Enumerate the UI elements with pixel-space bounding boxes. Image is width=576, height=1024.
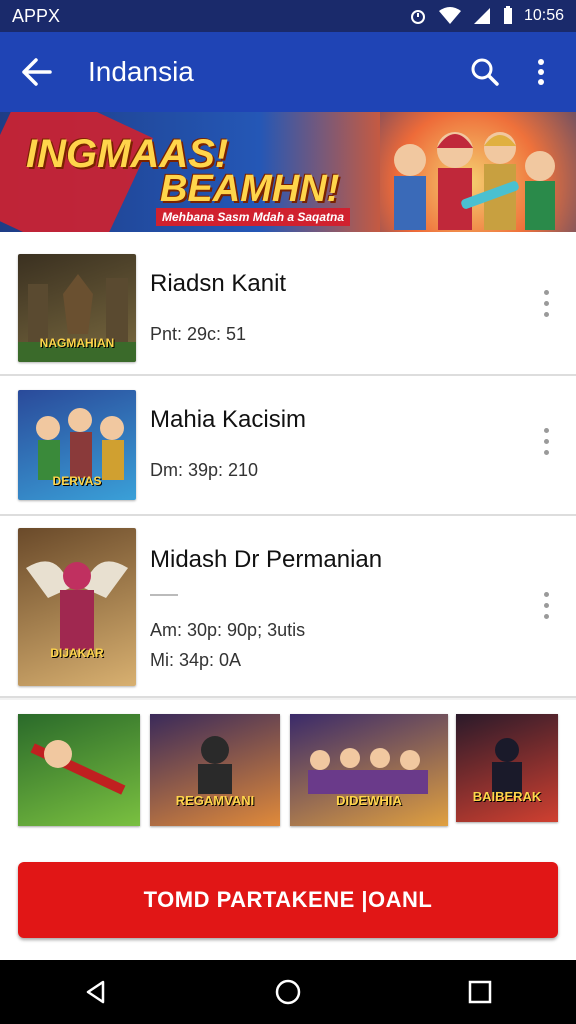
game-title: Midash Dr Permanian [150,546,383,573]
status-app-name: APPX [12,5,61,26]
game-thumbnail: DERVAS [18,390,136,500]
status-time: 10:56 [523,7,564,24]
nav-recents-button[interactable] [456,968,504,1016]
item-menu-button[interactable] [534,290,558,317]
game-meta-secondary: Mi: 34p: 0A [150,650,242,670]
signal-icon [473,8,490,24]
more-vertical-icon [538,59,544,85]
game-meta: Am: 30p: 90p; 3utis [150,620,306,640]
carousel-tile[interactable]: BAIBERAK [456,714,558,822]
carousel-tile[interactable]: REGAMVANI [150,714,280,826]
tile-art [30,740,126,795]
promo-banner[interactable]: INGMAAS! BEAMHN! Mehbana Sasm Mdah a Saq… [0,112,576,232]
search-button[interactable] [464,51,506,93]
thumbnail-caption: NAGMAHIAN [39,336,115,350]
game-meta: Pnt: 29c: 51 [150,324,247,344]
game-thumbnail: NAGMAHIAN [18,254,136,362]
game-carousel: REGAMVANI DIDEWHIA BAIBERAK [0,700,576,840]
item-menu-button[interactable] [534,592,558,619]
banner-subtitle: Mehbana Sasm Mdah a Saqatna [156,208,351,226]
list-item[interactable]: NAGMAHIAN Riadsn Kanit Pnt: 29c: 51 [0,232,576,376]
nav-back-icon [86,980,105,1004]
back-button[interactable] [18,54,54,90]
tile-art [492,738,522,796]
status-bar: APPX 10:56 [0,0,576,32]
list-item[interactable]: DERVAS Mahia Kacisim Dm: 39p: 210 [0,376,576,516]
carousel-tile[interactable] [18,714,140,826]
game-list: NAGMAHIAN Riadsn Kanit Pnt: 29c: 51 DERV… [0,232,576,698]
wifi-icon [438,7,461,24]
cta-area: TOMD PARTAKENE |OANL [0,840,576,960]
tile-caption: BAIBERAK [472,789,542,804]
battery-icon [503,6,512,24]
page-title: Indansia [88,56,194,87]
game-title: Mahia Kacisim [150,406,307,433]
nav-recents-icon [468,980,492,1004]
banner-headline-2: BEAMHN! [160,168,340,210]
tile-caption: DIDEWHIA [336,793,402,808]
thumbnail-caption: DERVAS [52,474,102,488]
thumbnail-art [26,561,128,650]
nav-home-icon [275,979,301,1005]
alarm-icon [410,10,425,24]
app-bar: Indansia [0,32,576,112]
carousel-tile[interactable]: DIDEWHIA [290,714,448,826]
arrow-left-icon [22,58,52,86]
tile-art [198,736,232,794]
game-thumbnail: DIJAKAR [18,528,136,686]
status-icons: 10:56 [408,6,564,26]
nav-back-button[interactable] [72,968,120,1016]
primary-action-button[interactable]: TOMD PARTAKENE |OANL [18,862,558,938]
nav-home-button[interactable] [264,968,312,1016]
tile-caption: REGAMVANI [175,793,255,808]
title-underline [150,594,178,596]
more-options-button[interactable] [520,51,562,93]
thumbnail-caption: DIJAKAR [50,646,104,660]
system-nav-bar [0,960,576,1024]
game-title: Riadsn Kanit [150,270,287,297]
tile-art [308,748,428,794]
search-icon [471,58,499,86]
game-meta: Dm: 39p: 210 [150,460,259,480]
item-menu-button[interactable] [534,428,558,455]
banner-characters-illustration [394,132,555,230]
list-item[interactable]: DIJAKAR Midash Dr Permanian Am: 30p: 90p… [0,516,576,698]
